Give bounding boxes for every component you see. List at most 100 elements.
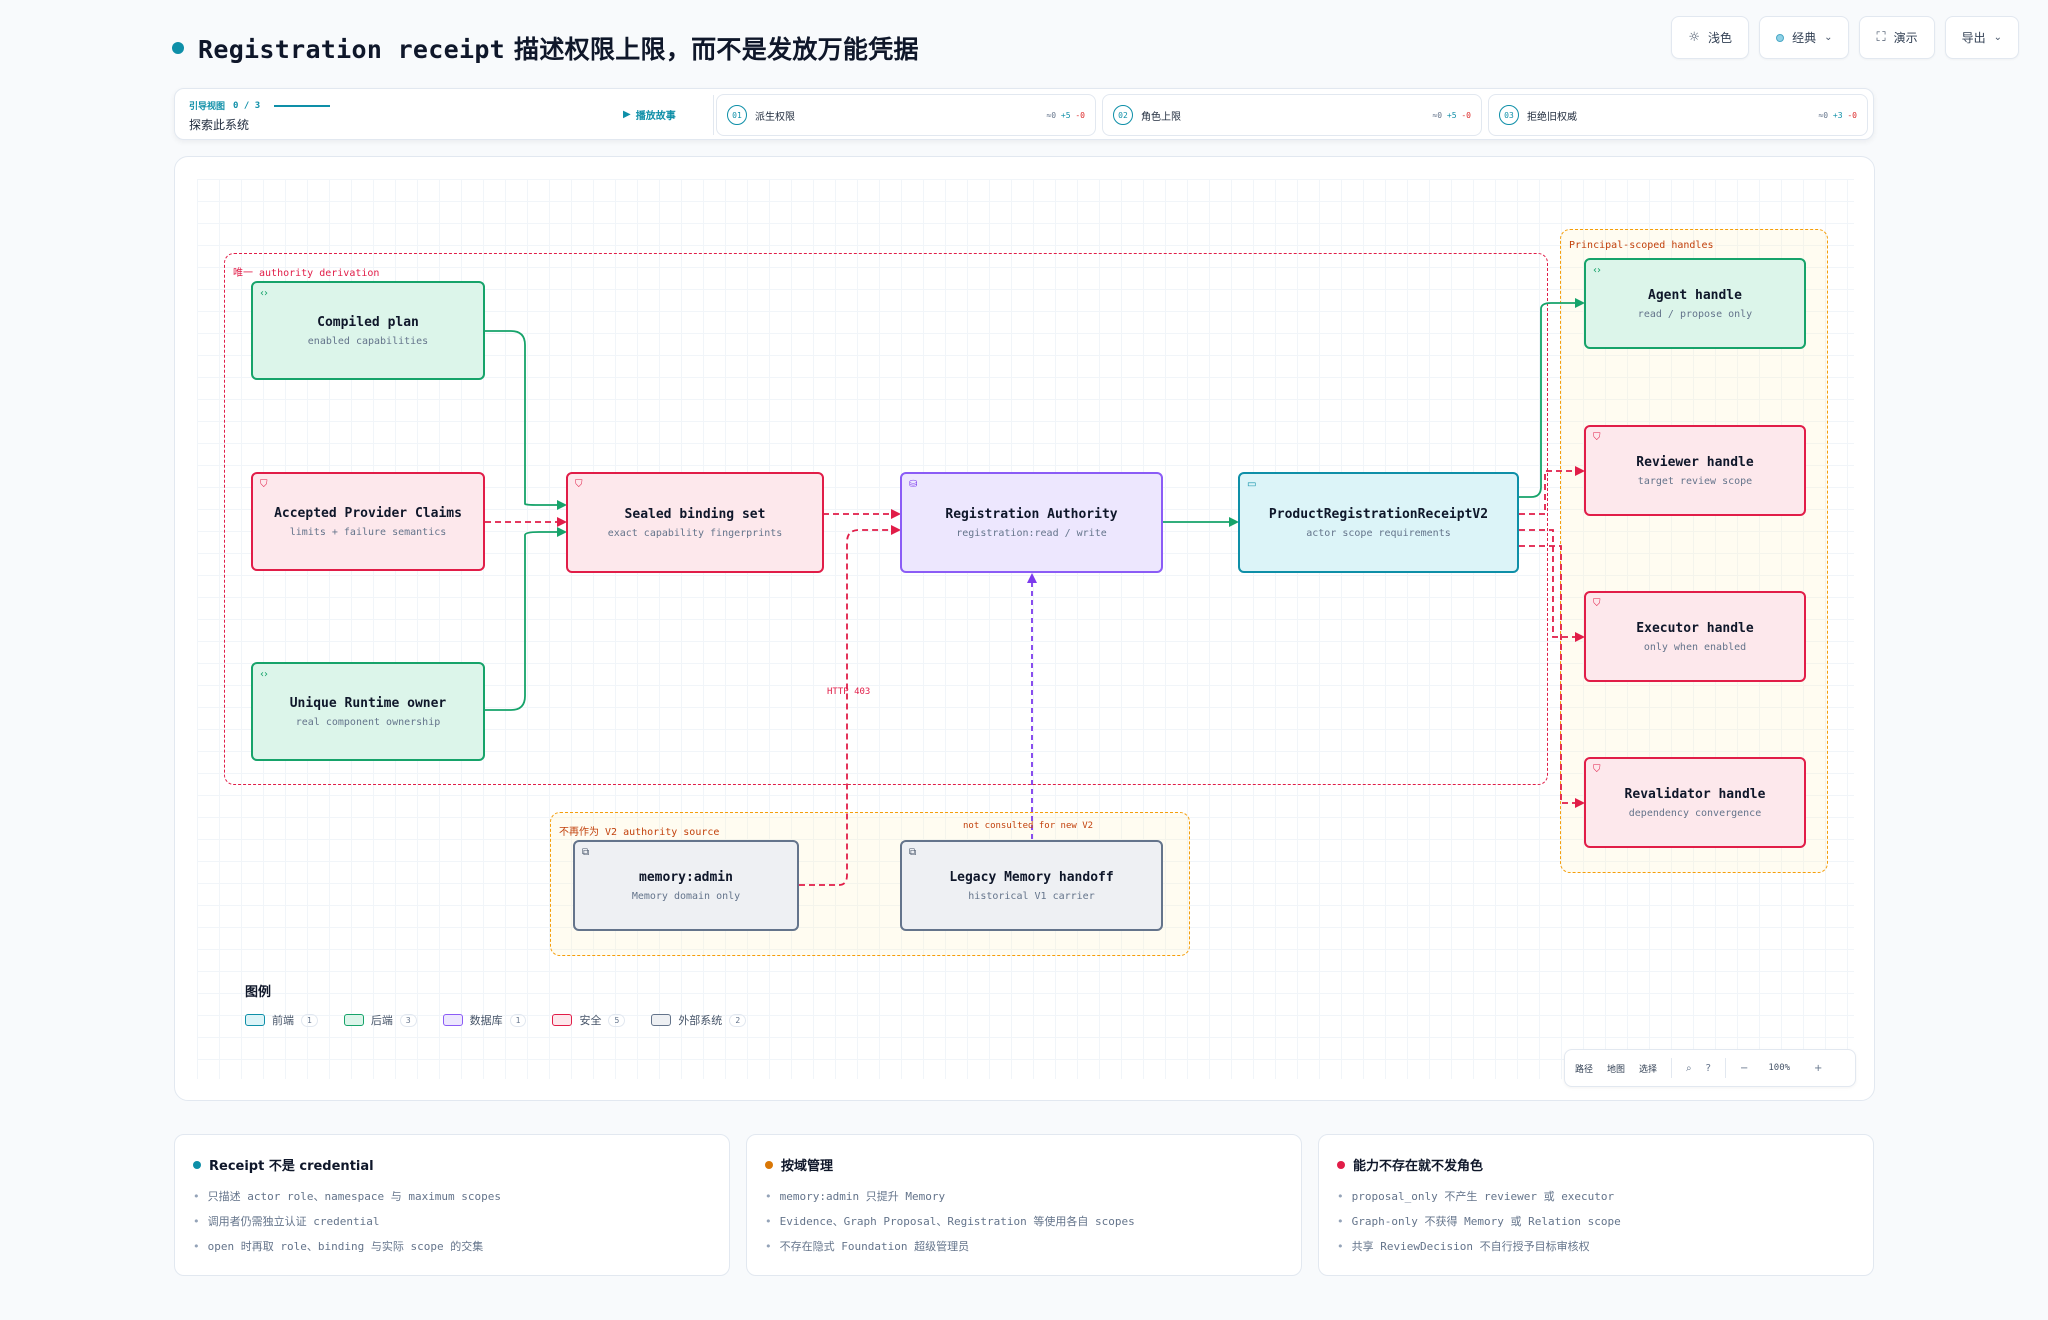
guide-progress-bar	[274, 104, 331, 107]
node-sealed-binding[interactable]: ⛉ Sealed binding set exact capability fi…	[566, 472, 824, 573]
card-dot	[193, 1160, 201, 1169]
code-icon: ‹›	[260, 288, 268, 299]
shield-icon: ⛉	[1593, 764, 1601, 775]
legend-count: 3	[399, 1013, 417, 1027]
node-executor-handle[interactable]: ⛉ Executor handle only when enabled	[1584, 591, 1806, 682]
edge-runtime-to-sealed	[485, 527, 567, 711]
edge-receipt-to-agent	[1519, 298, 1585, 498]
palette-dot-icon	[1776, 33, 1785, 42]
edge-memory-admin-403	[799, 525, 901, 886]
database-icon: ⛁	[909, 479, 918, 490]
story-strip: 引导视图 0 / 3 探索此系统 ▶ 播放故事 01 派生权限 ≈0 +5 -0…	[174, 88, 1874, 140]
shield-icon: ⛉	[1593, 598, 1601, 609]
shield-icon: ⛉	[575, 479, 583, 490]
legend-item[interactable]: 安全 5	[552, 1012, 626, 1028]
legend-count: 5	[608, 1013, 626, 1027]
node-registration-authority[interactable]: ⛁ Registration Authority registration:re…	[900, 472, 1163, 573]
edge-label-http403: HTTP 403	[827, 687, 871, 697]
legend-count: 1	[509, 1013, 527, 1027]
export-button[interactable]: 导出 ⌄	[1944, 16, 2019, 59]
top-toolbar: ☼ 浅色 经典 ⌄ ⛶ 演示 导出 ⌄	[1671, 16, 2019, 59]
legend-item[interactable]: 数据库 1	[442, 1012, 527, 1028]
sun-icon: ☼	[1688, 30, 1701, 45]
legend-label: 数据库	[469, 1014, 503, 1027]
legend-title: 图例	[245, 985, 272, 1000]
edge-receipt-to-revalidator	[1519, 545, 1585, 808]
external-link-icon: ⧉	[582, 847, 590, 858]
node-legacy-memory[interactable]: ⧉ Legacy Memory handoff historical V1 ca…	[900, 840, 1163, 931]
legend-item[interactable]: 外部系统 2	[651, 1012, 747, 1028]
code-icon: ‹›	[260, 669, 268, 680]
node-reviewer-handle[interactable]: ⛉ Reviewer handle target review scope	[1584, 425, 1806, 516]
card-item: 不存在隐式 Foundation 超级管理员	[765, 1238, 1283, 1254]
play-story-button[interactable]: ▶ 播放故事	[623, 107, 676, 122]
present-button[interactable]: ⛶ 演示	[1859, 16, 1935, 59]
node-runtime-owner[interactable]: ‹› Unique Runtime owner real component o…	[251, 662, 485, 761]
edge-compiled-to-sealed	[485, 330, 567, 510]
legend-swatch	[245, 1014, 265, 1026]
legend-item[interactable]: 前端 1	[245, 1012, 318, 1028]
legend-items: 前端 1 后端 3 数据库 1 安全 5 外部系统 2	[245, 1012, 747, 1028]
toolbar-divider	[1724, 1058, 1726, 1078]
play-icon: ▶	[623, 109, 631, 120]
legend-label: 前端	[272, 1014, 294, 1027]
card-receipt-not-credential: Receipt 不是 credential 只描述 actor role、nam…	[174, 1134, 730, 1276]
node-revalidator-handle[interactable]: ⛉ Revalidator handle dependency converge…	[1584, 757, 1806, 848]
chevron-down-icon: ⌄	[1824, 32, 1833, 43]
edge-label-not-consulted: not consulted for new V2	[963, 821, 1094, 831]
fullscreen-icon: ⛶	[1876, 30, 1886, 45]
search-icon[interactable]: ⌕	[1686, 1063, 1692, 1074]
node-compiled-plan[interactable]: ‹› Compiled plan enabled capabilities	[251, 281, 485, 380]
page-title: Registration receipt 描述权限上限，而不是发放万能凭据	[172, 30, 919, 66]
path-tool-button[interactable]: 路径	[1575, 1062, 1593, 1075]
guide-progress-text: 0 / 3	[233, 100, 261, 111]
select-tool-button[interactable]: 选择	[1639, 1062, 1657, 1075]
chevron-down-icon: ⌄	[1993, 32, 2002, 43]
node-provider-claims[interactable]: ⛉ Accepted Provider Claims limits + fail…	[251, 472, 485, 571]
card-dot	[1337, 1160, 1345, 1169]
divider	[713, 95, 714, 135]
theme-light-button[interactable]: ☼ 浅色	[1671, 16, 1750, 59]
edge-receipt-to-reviewer	[1519, 466, 1585, 515]
card-item: 调用者仍需独立认证 credential	[193, 1213, 711, 1229]
page-title-text: Registration receipt 描述权限上限，而不是发放万能凭据	[198, 35, 919, 64]
skin-select-button[interactable]: 经典 ⌄	[1759, 16, 1850, 59]
step-diff: ≈0 +5 -0	[1046, 110, 1085, 120]
external-link-icon: ⧉	[909, 847, 917, 858]
zoom-out-button[interactable]: −	[1740, 1063, 1748, 1074]
card-item: 只描述 actor role、namespace 与 maximum scope…	[193, 1188, 711, 1204]
legend-swatch	[651, 1014, 672, 1026]
legend-label: 后端	[370, 1014, 393, 1027]
shield-icon: ⛉	[260, 479, 268, 490]
node-receipt-v2[interactable]: ▭ ProductRegistrationReceiptV2 actor sco…	[1238, 472, 1519, 573]
card-item: proposal_only 不产生 reviewer 或 executor	[1337, 1188, 1855, 1204]
card-dot	[765, 1160, 773, 1169]
legend-swatch	[552, 1014, 573, 1026]
card-no-capability-no-role: 能力不存在就不发角色 proposal_only 不产生 reviewer 或 …	[1318, 1134, 1874, 1276]
node-agent-handle[interactable]: ‹› Agent handle read / propose only	[1584, 258, 1806, 349]
title-dot	[172, 42, 184, 54]
legend-label: 安全	[579, 1014, 602, 1027]
story-step-3[interactable]: 03 拒绝旧权威 ≈0 +3 -0	[1488, 94, 1868, 136]
diagram-canvas[interactable]: 唯一 authority derivation Principal-scoped…	[174, 156, 1875, 1101]
guide-label: 引导视图	[189, 102, 226, 112]
legend-label: 外部系统	[678, 1014, 723, 1027]
story-step-1[interactable]: 01 派生权限 ≈0 +5 -0	[716, 94, 1096, 136]
story-step-2[interactable]: 02 角色上限 ≈0 +5 -0	[1102, 94, 1482, 136]
legend-swatch	[343, 1014, 364, 1026]
card-item: Graph-only 不获得 Memory 或 Relation scope	[1337, 1213, 1855, 1229]
legend-swatch	[442, 1014, 463, 1026]
card-item: Evidence、Graph Proposal、Registration 等使用…	[765, 1213, 1283, 1229]
legend: 图例 前端 1 后端 3 数据库 1 安全 5 外部系统 2	[245, 981, 747, 1028]
toolbar-divider	[1671, 1058, 1673, 1078]
canvas-toolbar: 路径 地图 选择 ⌕ ? − 100% +	[1564, 1049, 1856, 1087]
zoom-in-button[interactable]: +	[1814, 1063, 1822, 1074]
node-memory-admin[interactable]: ⧉ memory:admin Memory domain only	[573, 840, 799, 931]
legend-item[interactable]: 后端 3	[343, 1012, 417, 1028]
code-icon: ‹›	[1593, 265, 1601, 276]
map-tool-button[interactable]: 地图	[1607, 1062, 1625, 1075]
shield-icon: ⛉	[1593, 432, 1601, 443]
card-domain-management: 按域管理 memory:admin 只提升 Memory Evidence、Gr…	[746, 1134, 1302, 1276]
help-icon[interactable]: ?	[1706, 1063, 1711, 1074]
zoom-level: 100%	[1768, 1063, 1791, 1073]
